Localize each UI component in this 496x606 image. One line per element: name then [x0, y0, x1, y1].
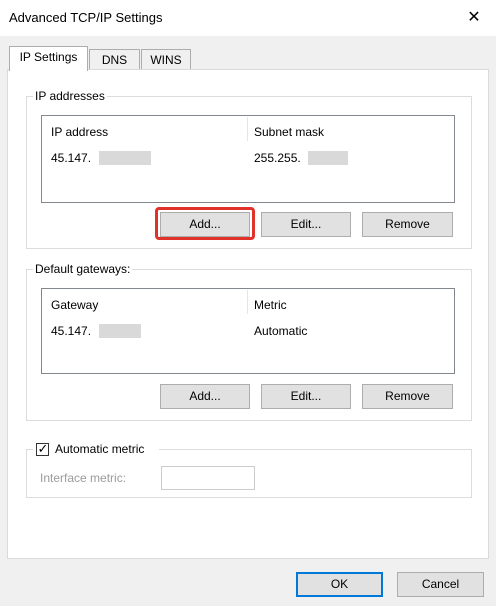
redacted-block: [99, 151, 151, 165]
tab-label: DNS: [101, 53, 128, 67]
gateway-edit-button[interactable]: Edit...: [261, 384, 351, 409]
ip-remove-button[interactable]: Remove: [362, 212, 453, 237]
redacted-block: [99, 324, 141, 338]
ip-address-list[interactable]: IP address Subnet mask 45.147. 255.255.: [41, 115, 455, 203]
interface-metric-input[interactable]: [161, 466, 255, 490]
interface-metric-label: Interface metric:: [40, 471, 127, 485]
close-icon[interactable]: ✕: [462, 6, 486, 30]
window-title: Advanced TCP/IP Settings: [9, 10, 163, 25]
tab-label: IP Settings: [19, 50, 78, 64]
gateway-add-button[interactable]: Add...: [160, 384, 250, 409]
table-row[interactable]: 45.147. 255.255.: [42, 146, 454, 168]
column-separator: [247, 290, 248, 314]
tab-ip-settings[interactable]: IP Settings: [9, 46, 88, 71]
ip-add-button[interactable]: Add...: [160, 212, 250, 237]
column-header-ip-address[interactable]: IP address: [51, 125, 108, 139]
automatic-metric-checkbox[interactable]: ✓: [36, 441, 49, 456]
checkmark-icon: ✓: [37, 441, 49, 456]
default-gateways-legend: Default gateways:: [33, 262, 133, 276]
metric-value: Automatic: [254, 324, 308, 338]
gateway-list[interactable]: Gateway Metric 45.147. Automatic: [41, 288, 455, 374]
redacted-block: [308, 151, 348, 165]
column-header-gateway[interactable]: Gateway: [51, 298, 98, 312]
ip-address-value: 45.147.: [51, 151, 92, 165]
ip-addresses-legend: IP addresses: [33, 89, 107, 103]
ip-edit-button[interactable]: Edit...: [261, 212, 351, 237]
column-header-metric[interactable]: Metric: [254, 298, 287, 312]
tab-label: WINS: [150, 53, 182, 67]
gateway-remove-button[interactable]: Remove: [362, 384, 453, 409]
automatic-metric-label[interactable]: Automatic metric: [55, 442, 144, 456]
column-separator: [247, 117, 248, 141]
automatic-metric-legend: ✓ Automatic metric: [33, 441, 159, 458]
tab-dns[interactable]: DNS: [89, 49, 140, 71]
title-bar: Advanced TCP/IP Settings ✕: [0, 0, 496, 36]
tab-wins[interactable]: WINS: [141, 49, 191, 71]
subnet-mask-value: 255.255.: [254, 151, 301, 165]
cancel-button[interactable]: Cancel: [397, 572, 484, 597]
table-row[interactable]: 45.147. Automatic: [42, 319, 454, 341]
column-header-subnet-mask[interactable]: Subnet mask: [254, 125, 324, 139]
gateway-value: 45.147.: [51, 324, 92, 338]
ok-button[interactable]: OK: [296, 572, 383, 597]
